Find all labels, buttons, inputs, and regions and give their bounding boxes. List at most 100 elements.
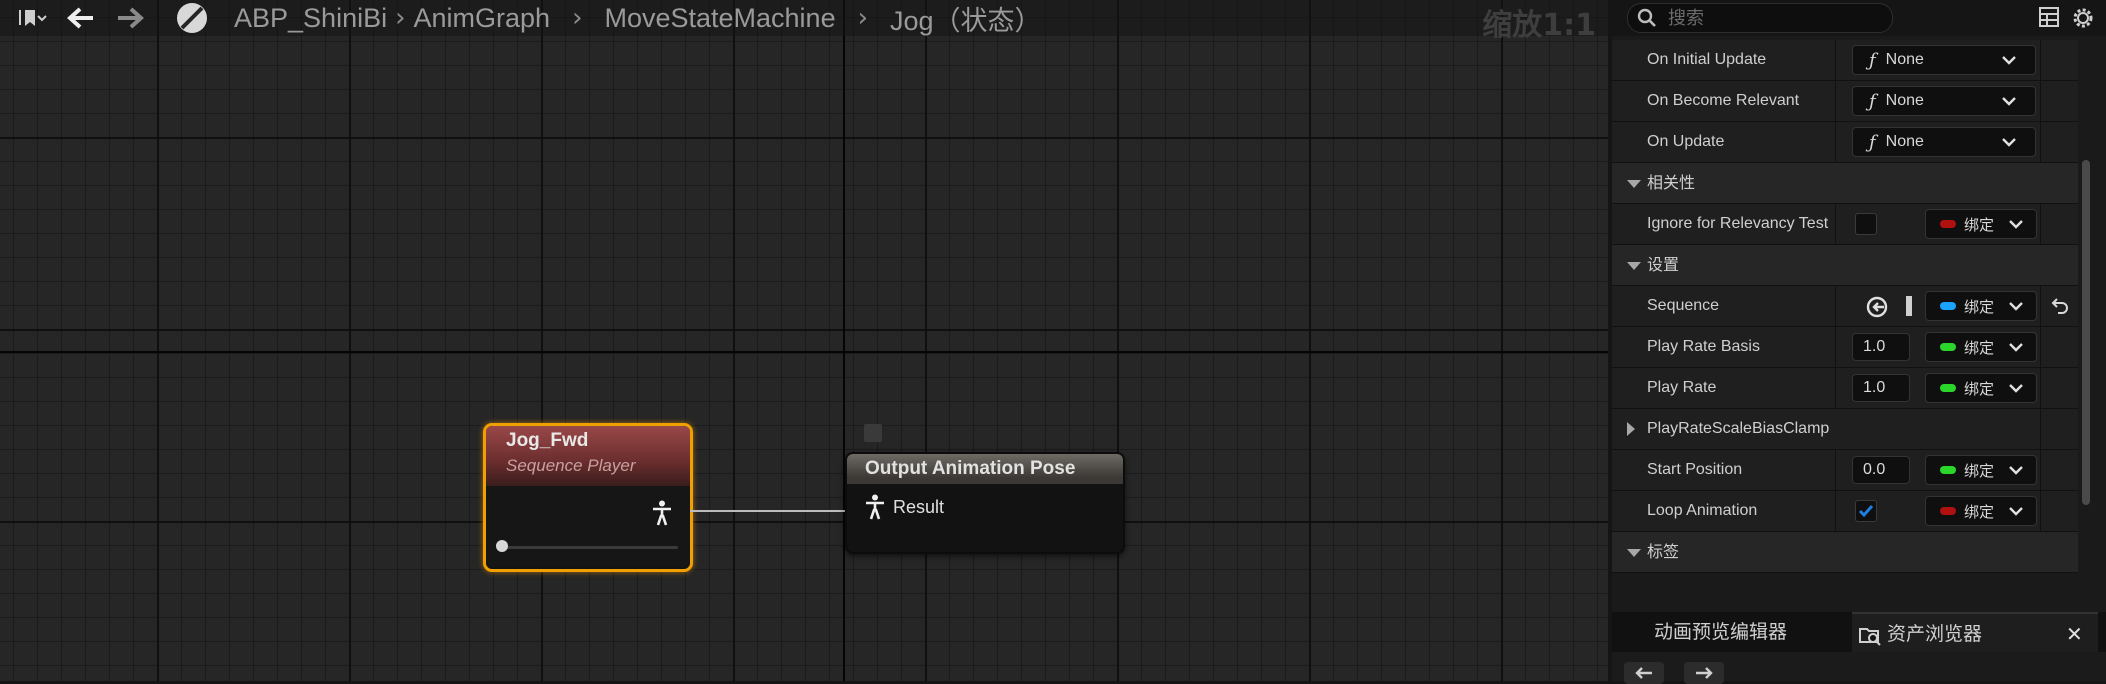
chevron-down-icon xyxy=(2009,302,2023,311)
node-header: Output Animation Pose xyxy=(847,454,1123,484)
forward-button[interactable] xyxy=(100,0,160,36)
property-label: On Initial Update xyxy=(1647,51,1767,68)
binding-dropdown[interactable]: 绑定 xyxy=(1925,332,2037,362)
tab-anim-preview-editor[interactable]: 动画预览编辑器 xyxy=(1654,612,1787,652)
binding-dropdown[interactable]: 绑定 xyxy=(1925,291,2037,321)
chevron-right-icon: › xyxy=(395,3,406,33)
blueprint-icon-button[interactable] xyxy=(170,0,214,36)
node-title: Jog_Fwd xyxy=(506,430,589,451)
arrow-left-icon xyxy=(1635,667,1652,679)
details-panel: On Initial Update ƒ None On Become Relev… xyxy=(1612,0,2106,684)
result-input-pin[interactable]: Result xyxy=(847,484,1123,520)
chevron-right-icon: › xyxy=(572,3,583,33)
back-button[interactable] xyxy=(62,0,100,36)
pose-connection-wire xyxy=(690,510,848,512)
column-divider xyxy=(1835,204,1836,244)
property-row-play-rate-basis: Play Rate Basis 1.0 绑定 xyxy=(1612,327,2078,368)
column-divider xyxy=(2040,491,2041,531)
arrow-left-icon xyxy=(67,7,93,29)
search-field[interactable] xyxy=(1627,3,1893,33)
chevron-down-icon xyxy=(2009,507,2023,516)
pose-person-icon xyxy=(866,494,884,520)
column-divider xyxy=(1835,286,1836,326)
property-row-play-rate-clamp[interactable]: PlayRateScaleBiasClamp xyxy=(1612,409,2078,450)
binding-dropdown[interactable]: 绑定 xyxy=(1925,455,2037,485)
chevron-down-icon xyxy=(2002,138,2016,147)
binding-label: 绑定 xyxy=(1964,297,1995,316)
chevron-down-icon xyxy=(2002,56,2016,65)
category-relevancy[interactable]: 相关性 xyxy=(1612,163,2078,204)
output-animation-pose-node[interactable]: Output Animation Pose Result xyxy=(845,452,1125,554)
column-divider xyxy=(2040,450,2041,490)
binding-dropdown[interactable]: 绑定 xyxy=(1925,209,2037,239)
asset-browser-nav xyxy=(1612,652,2106,684)
ignore-relevancy-checkbox[interactable] xyxy=(1855,213,1877,235)
breadcrumb-item-statemachine[interactable]: MoveStateMachine xyxy=(604,3,835,34)
column-divider xyxy=(2040,368,2041,408)
function-binding-dropdown[interactable]: ƒ None xyxy=(1852,45,2036,75)
pin-type-dot xyxy=(1940,302,1956,310)
details-scrollbar[interactable] xyxy=(2082,160,2090,505)
breadcrumb-item-animgraph[interactable]: AnimGraph xyxy=(414,3,551,34)
category-settings[interactable]: 设置 xyxy=(1612,245,2078,286)
category-tags[interactable]: 标签 xyxy=(1612,532,2078,573)
search-icon xyxy=(1637,8,1656,27)
play-rate-input[interactable]: 1.0 xyxy=(1852,374,1910,402)
property-row-play-rate: Play Rate 1.0 绑定 xyxy=(1612,368,2078,409)
pin-label: Result xyxy=(893,496,945,517)
asset-browser-icon xyxy=(1859,628,1881,646)
playback-position-knob[interactable] xyxy=(496,540,508,552)
function-icon: ƒ xyxy=(1869,49,1876,71)
blueprint-circle-icon xyxy=(177,3,207,33)
binding-label: 绑定 xyxy=(1964,215,1995,234)
anim-graph-canvas[interactable]: ABP_ShiniBi › AnimGraph › MoveStateMachi… xyxy=(0,0,1608,681)
details-toolbar xyxy=(1612,0,2106,36)
property-row-ignore-relevancy: Ignore for Relevancy Test 绑定 xyxy=(1612,204,2078,245)
sequence-player-node[interactable]: Jog_Fwd Sequence Player xyxy=(483,423,693,572)
search-input[interactable] xyxy=(1666,6,1880,30)
property-label: Sequence xyxy=(1647,297,1720,314)
arrow-right-icon xyxy=(1696,667,1713,679)
chevron-down-icon xyxy=(2009,466,2023,475)
binding-dropdown[interactable]: 绑定 xyxy=(1925,496,2037,526)
function-binding-dropdown[interactable]: ƒ None xyxy=(1852,86,2036,116)
pose-output-pin[interactable] xyxy=(652,500,672,530)
property-row-sequence: Sequence 绑定 xyxy=(1612,286,2078,327)
reset-to-default-icon[interactable] xyxy=(2050,296,2070,316)
dropdown-value: None xyxy=(1885,92,1924,109)
column-divider xyxy=(2040,122,2041,162)
breadcrumb-item-asset[interactable]: ABP_ShiniBi xyxy=(234,3,387,34)
table-view-icon[interactable] xyxy=(2037,5,2061,29)
close-tab-icon[interactable]: ✕ xyxy=(2066,614,2083,654)
function-icon: ƒ xyxy=(1869,131,1876,153)
binding-dropdown[interactable]: 绑定 xyxy=(1925,373,2037,403)
gear-icon[interactable] xyxy=(2070,5,2096,31)
expand-triangle-icon[interactable] xyxy=(1627,422,1635,436)
breadcrumb: ABP_ShiniBi › AnimGraph › MoveStateMachi… xyxy=(0,0,1608,43)
browse-asset-icon[interactable] xyxy=(1865,295,1889,319)
function-binding-dropdown[interactable]: ƒ None xyxy=(1852,127,2036,157)
column-divider xyxy=(1835,327,1836,367)
zoom-label: 缩放1:1 xyxy=(1482,8,1596,43)
playback-position-track[interactable] xyxy=(500,546,678,549)
play-rate-basis-input[interactable]: 1.0 xyxy=(1852,333,1910,361)
tab-label: 资产浏览器 xyxy=(1887,623,1983,645)
tab-asset-browser[interactable]: 资产浏览器 ✕ xyxy=(1852,612,2098,652)
breadcrumb-item-state[interactable]: Jog（状态） xyxy=(890,0,1042,38)
bookmark-dropdown-button[interactable] xyxy=(0,0,62,36)
bottom-tab-bar: 动画预览编辑器 资产浏览器 ✕ xyxy=(1612,612,2106,652)
column-divider xyxy=(1835,491,1836,531)
node-header: Jog_Fwd Sequence Player xyxy=(486,426,690,486)
asset-thumbnail-bar xyxy=(1906,296,1912,316)
pin-type-dot xyxy=(1940,466,1956,474)
column-divider xyxy=(2040,327,2041,367)
start-position-input[interactable]: 0.0 xyxy=(1852,456,1910,484)
dropdown-value: None xyxy=(1885,51,1924,68)
column-divider xyxy=(2040,286,2041,326)
bookmark-icon xyxy=(19,10,47,26)
pin-type-dot xyxy=(1940,384,1956,392)
column-divider xyxy=(1835,368,1836,408)
column-divider xyxy=(1835,450,1836,490)
loop-animation-checkbox[interactable] xyxy=(1855,500,1877,522)
chevron-down-icon xyxy=(2009,220,2023,229)
